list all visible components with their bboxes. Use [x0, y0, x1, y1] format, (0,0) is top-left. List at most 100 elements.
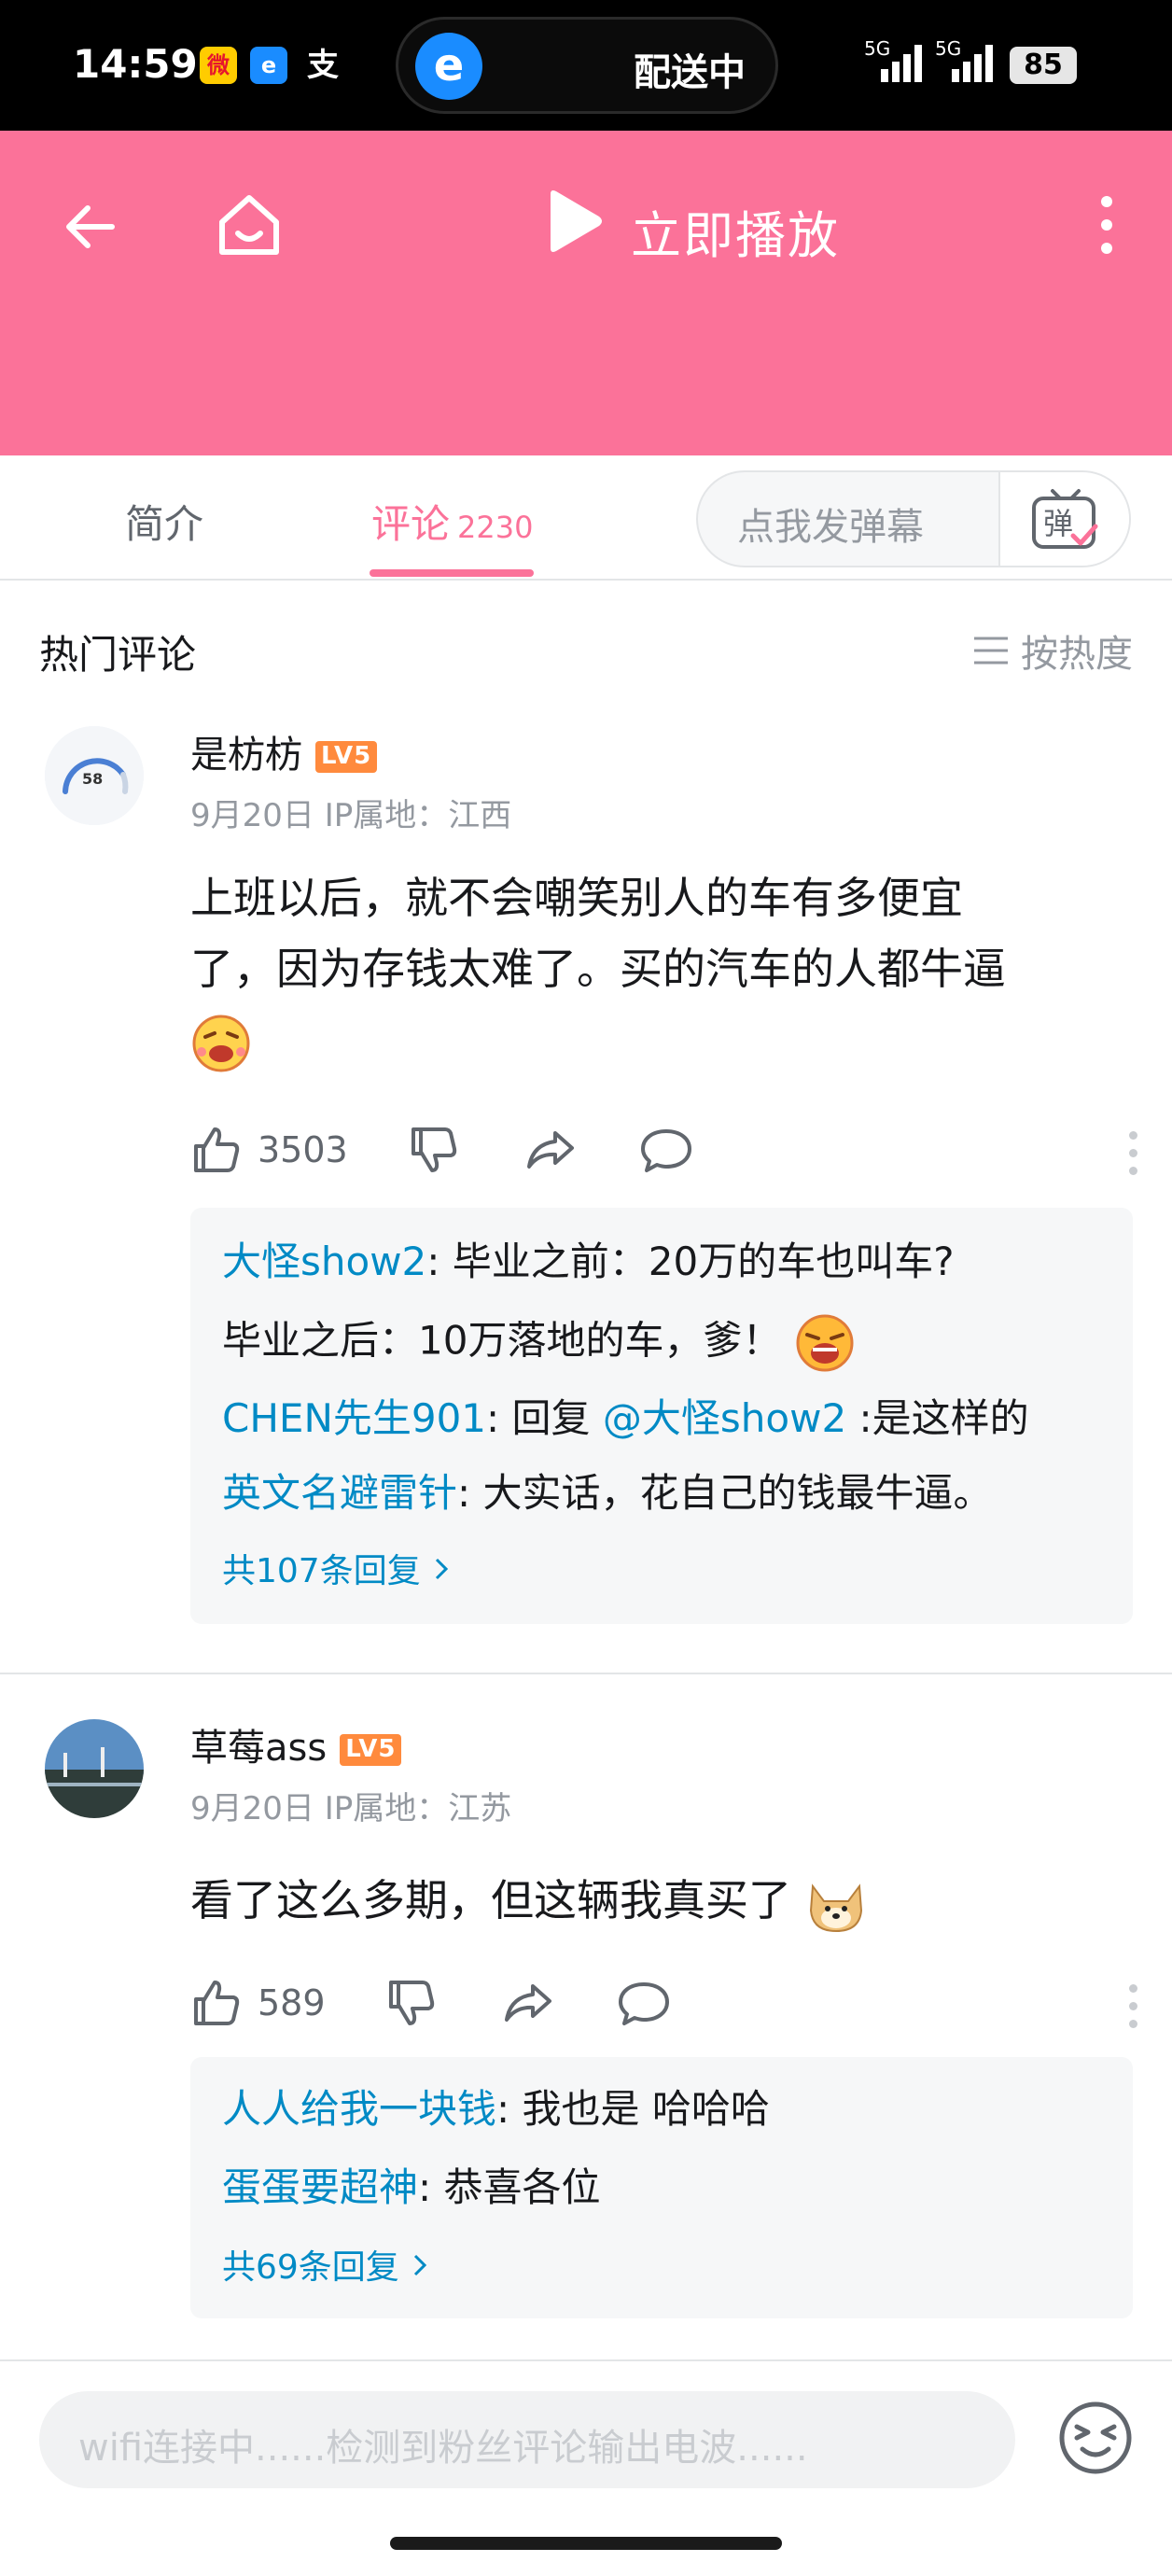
share-icon[interactable] [501, 1977, 555, 2029]
back-arrow-icon[interactable] [60, 196, 121, 258]
reply-item: 英文名避雷针: 大实话，花自己的钱最牛逼。 [222, 1467, 993, 1519]
like-button[interactable]: 589 [190, 1977, 326, 2029]
comment-actions: 589 [190, 1975, 671, 2031]
more-menu-icon[interactable] [1097, 192, 1116, 258]
tab-bar: 简介 评论 2230 点我发弹幕 弹 [0, 455, 1172, 581]
danmu-toggle-button[interactable]: 弹 [998, 472, 1129, 566]
share-icon[interactable] [523, 1124, 578, 1176]
delivery-app-icon: e [415, 33, 482, 100]
live-activity-pill[interactable]: e 配送中 [396, 17, 778, 114]
comment-text-line: 看了这么多期，但这辆我真买了 [190, 1875, 791, 1925]
like-count: 589 [258, 1982, 326, 2023]
danmu-button-glyph: 弹 [1043, 506, 1073, 541]
avatar[interactable]: 58 [45, 726, 144, 825]
comment-more-icon[interactable] [1129, 1984, 1138, 2037]
reply-mention[interactable]: @大怪show2 [603, 1395, 846, 1441]
tab-intro[interactable]: 简介 [125, 493, 203, 550]
status-bar: 14:59 微 e 支 e 配送中 5G 5G 85 [0, 0, 1172, 131]
reply-bubble-icon[interactable] [639, 1124, 693, 1176]
danmu-input[interactable]: 点我发弹幕 弹 [696, 470, 1131, 567]
svg-text:58: 58 [82, 770, 103, 788]
thumbs-up-icon [194, 1127, 240, 1172]
like-count: 3503 [258, 1129, 348, 1170]
danmu-tv-icon: 弹 [1032, 489, 1098, 549]
sort-lines-icon [974, 637, 1008, 665]
reply-item: 大怪show2: 毕业之前：20万的车也叫车? [222, 1236, 955, 1288]
view-all-replies-link[interactable]: 共69条回复 [222, 2240, 430, 2289]
video-header: 立即播放 [0, 131, 1172, 455]
comment-username[interactable]: 是枋枋 LV5 [190, 724, 378, 778]
home-icon[interactable] [213, 189, 286, 261]
play-icon[interactable] [545, 189, 605, 254]
reply-preview-box[interactable]: 大怪show2: 毕业之前：20万的车也叫车? 毕业之后：10万落地的车，爹！ … [190, 1208, 1133, 1624]
comment-actions: 3503 [190, 1122, 693, 1178]
username-text: 是枋枋 [190, 734, 302, 777]
status-time: 14:59 [73, 41, 198, 87]
pill-status-text: 配送中 [634, 51, 746, 94]
thumbs-down-icon[interactable] [385, 1977, 438, 2029]
reply-total-label: 共69条回复 [222, 2248, 399, 2287]
avatar[interactable] [45, 1719, 144, 1818]
laughing-tears-emoji-icon [796, 1314, 854, 1372]
play-now-label[interactable]: 立即播放 [631, 194, 840, 268]
comment-date: 9月20日 [190, 1790, 314, 1827]
reply-text: : 回复 [486, 1395, 603, 1441]
tab-comments-count: 2230 [457, 510, 534, 545]
reply-username[interactable]: 大怪show2 [222, 1239, 426, 1284]
reply-text: : 大实话，花自己的钱最牛逼。 [457, 1470, 993, 1516]
emoji-picker-icon[interactable] [1056, 2399, 1135, 2477]
chevron-right-icon [436, 1558, 449, 1580]
doge-emoji-icon [809, 1883, 862, 1932]
reply-text-tail: :是这样的 [846, 1395, 1029, 1441]
landscape-avatar-icon [45, 1719, 144, 1818]
reply-username[interactable]: 人人给我一块钱 [222, 2086, 496, 2132]
comment-meta: 9月20日 IP属地：江苏 [190, 1783, 511, 1828]
comment-meta: 9月20日 IP属地：江西 [190, 790, 511, 835]
comment-input[interactable]: wifi连接中......检测到粉丝评论输出电波...... [39, 2391, 1015, 2488]
eleme-icon: e [250, 47, 287, 84]
chevron-right-icon [414, 2254, 427, 2276]
comment-divider [0, 1673, 1172, 1674]
comment-text-line: 了，因为存钱太难了。买的汽车的人都牛逼 [190, 944, 1006, 994]
danmu-placeholder: 点我发弹幕 [737, 506, 924, 549]
reply-text: : 我也是 哈哈哈 [496, 2086, 770, 2132]
reply-username[interactable]: 英文名避雷针 [222, 1470, 457, 1516]
signal-bars-2-icon [952, 45, 993, 82]
view-all-replies-link[interactable]: 共107条回复 [222, 1544, 452, 1592]
reply-bubble-icon[interactable] [617, 1977, 671, 2029]
comment-ip: IP属地：江西 [324, 797, 512, 834]
comment-username[interactable]: 草莓ass LV5 [190, 1717, 402, 1771]
active-tab-indicator [370, 569, 534, 577]
level-badge: LV5 [340, 1734, 402, 1766]
thumbs-down-icon[interactable] [408, 1124, 460, 1176]
signal-bars-1-icon [881, 45, 922, 82]
reply-preview-box[interactable]: 人人给我一块钱: 我也是 哈哈哈 蛋蛋要超神: 恭喜各位 共69条回复 [190, 2057, 1133, 2318]
comment-date: 9月20日 [190, 797, 314, 834]
tab-comments[interactable]: 评论 2230 [371, 493, 533, 550]
level-badge: LV5 [315, 741, 378, 773]
comment-more-icon[interactable] [1129, 1131, 1138, 1184]
reply-text: : 恭喜各位 [418, 2164, 601, 2210]
comment-ip: IP属地：江苏 [324, 1790, 512, 1827]
comment-input-placeholder: wifi连接中......检测到粉丝评论输出电波...... [78, 2427, 808, 2470]
reply-item: CHEN先生901: 回复 @大怪show2 :是这样的 [222, 1393, 1029, 1445]
reply-item: 蛋蛋要超神: 恭喜各位 [222, 2162, 601, 2214]
battery-icon: 85 [1010, 47, 1077, 84]
laughing-emoji-icon [192, 1015, 250, 1071]
weibo-icon: 微 [200, 47, 237, 84]
reply-item: 人人给我一块钱: 我也是 哈哈哈 [222, 2083, 770, 2135]
sort-label: 按热度 [1021, 633, 1133, 676]
comment-text: 看了这么多期，但这辆我真买了 [190, 1865, 1133, 1936]
username-text: 草莓ass [190, 1727, 328, 1770]
reply-username[interactable]: 蛋蛋要超神 [222, 2164, 418, 2210]
thumbs-up-icon [194, 1981, 240, 2025]
sort-button[interactable]: 按热度 [972, 623, 1133, 678]
alipay-icon: 支 [307, 47, 339, 84]
reply-total-label: 共107条回复 [222, 1552, 421, 1590]
comment-text-line: 上班以后，就不会嘲笑别人的车有多便宜 [190, 873, 963, 923]
reply-item: 毕业之后：10万落地的车，爹！ [222, 1312, 856, 1374]
reply-username[interactable]: CHEN先生901 [222, 1395, 486, 1441]
home-indicator[interactable] [390, 2537, 782, 2550]
like-button[interactable]: 3503 [190, 1124, 348, 1176]
gauge-avatar-icon: 58 [45, 726, 144, 825]
